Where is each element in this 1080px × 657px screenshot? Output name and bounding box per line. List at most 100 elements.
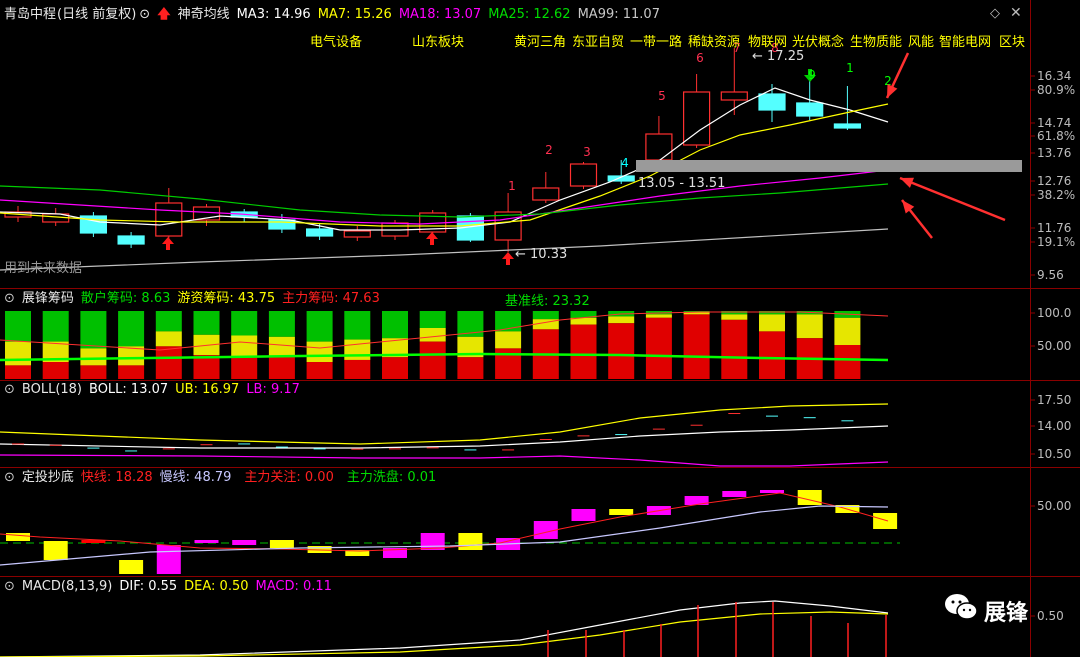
hot-money-chip-bar bbox=[344, 339, 371, 360]
concept-tag[interactable]: 物联网 bbox=[748, 31, 787, 50]
dingtou-bar bbox=[194, 540, 219, 543]
collapse-icon[interactable]: ◇ bbox=[990, 6, 1000, 21]
stock-chart-canvas[interactable]: 12 34567 89 12← 17.25← 10.3313.05 - 13.51 1… bbox=[0, 0, 1080, 657]
slow-line-value: 慢线: 48.79 bbox=[159, 470, 232, 485]
candle-body bbox=[117, 235, 145, 245]
boll-axis-label: 10.50 bbox=[1037, 447, 1071, 461]
concept-tag[interactable]: 东亚自贸 bbox=[572, 31, 624, 50]
base-line-value: 基准线: 23.32 bbox=[505, 294, 590, 309]
candle-body bbox=[796, 102, 824, 117]
support-zone-label: 13.05 - 13.51 bbox=[638, 176, 725, 191]
main-chip-bar bbox=[231, 357, 258, 379]
watermark-text: 展锋 bbox=[984, 601, 1029, 626]
dingtou-title[interactable]: 定投抄底 bbox=[22, 470, 74, 485]
hot-money-chip-bar bbox=[155, 331, 182, 347]
hot-money-chip-bar bbox=[608, 316, 635, 324]
concept-tag[interactable]: 区块 bbox=[999, 31, 1025, 50]
concept-tag[interactable]: 一带一路 bbox=[630, 31, 682, 50]
price-axis-label: 38.2% bbox=[1037, 188, 1075, 202]
retail-chip-bar bbox=[306, 311, 333, 342]
concept-tag[interactable]: 智能电网 bbox=[939, 31, 991, 50]
main-chip-bar bbox=[683, 314, 710, 379]
retail-chip-bar bbox=[532, 311, 559, 320]
stock-name[interactable]: 青岛中程 bbox=[4, 7, 56, 22]
annotation-arrow bbox=[899, 176, 1006, 222]
buy-arrow-icon bbox=[162, 237, 174, 250]
boll-title[interactable]: BOLL(18) bbox=[22, 382, 82, 397]
concept-tag[interactable]: 黄河三角 bbox=[514, 31, 566, 50]
retail-chip-bar bbox=[80, 311, 107, 349]
candle-body bbox=[682, 91, 711, 146]
dingtou-bar bbox=[873, 513, 898, 529]
panel-collapse-icon[interactable]: ⊙ bbox=[4, 579, 15, 594]
retail-chip-bar bbox=[118, 311, 145, 347]
concept-tag[interactable]: 光伏概念 bbox=[792, 31, 844, 50]
panel-collapse-icon[interactable]: ⊙ bbox=[4, 291, 15, 306]
fast-line-value: 快线: 18.28 bbox=[80, 470, 153, 485]
chips-panel-header: ⊙ 展锋筹码 散户筹码: 8.63 游资筹码: 43.75 主力筹码: 47.63 bbox=[4, 290, 387, 308]
candle-body bbox=[720, 91, 748, 101]
wave-count-label: 3 bbox=[583, 145, 591, 159]
dif-value: DIF: 0.55 bbox=[119, 579, 178, 594]
dif-line bbox=[0, 600, 889, 657]
concept-tag[interactable]: 生物质能 bbox=[850, 31, 902, 50]
main-chip-bar bbox=[608, 323, 635, 379]
candle-body bbox=[155, 202, 183, 237]
future-data-note: 用到未来数据 bbox=[4, 261, 83, 276]
main-chip-bar bbox=[344, 359, 371, 379]
retail-chip-bar bbox=[419, 311, 446, 328]
retail-chip-bar bbox=[193, 311, 220, 335]
chips-bars-layer bbox=[0, 311, 889, 379]
dingtou-axis-label: 50.00 bbox=[1037, 499, 1071, 513]
hot-money-chip-bar bbox=[495, 331, 522, 349]
boll-panel-header: ⊙ BOLL(18) BOLL: 13.07 UB: 16.97 LB: 9.17 bbox=[4, 381, 307, 399]
close-icon[interactable]: ✕ bbox=[1010, 5, 1022, 21]
concept-tag[interactable]: 电气设备 bbox=[310, 31, 362, 50]
dingtou-bar bbox=[119, 560, 144, 574]
main-panel-header: 青岛中程(日线 前复权) ⊙ 🡅 神奇均线 MA3: 14.96 MA7: 15.26 MA… bbox=[4, 6, 667, 24]
wechat-icon bbox=[944, 592, 978, 622]
boll-ub-line bbox=[0, 403, 889, 445]
concept-tag[interactable]: 山东板块 bbox=[412, 31, 464, 50]
low-price-label: ← 10.33 bbox=[515, 247, 567, 262]
boll-axis-label: 17.50 bbox=[1037, 393, 1071, 407]
chips-title[interactable]: 展锋筹码 bbox=[22, 291, 74, 306]
wave-count-label: 9 bbox=[808, 68, 816, 82]
retail-chip-bar bbox=[344, 311, 371, 340]
macd-title[interactable]: MACD(8,13,9) bbox=[22, 579, 112, 594]
wave-count-label: 5 bbox=[658, 89, 666, 103]
chips-axis-label: 50.00 bbox=[1037, 339, 1071, 353]
main-chip-bar bbox=[721, 319, 748, 379]
chevron-down-icon[interactable]: ⊙ bbox=[139, 7, 150, 22]
retail-chip-bar bbox=[155, 311, 182, 332]
wave-count-label: 2 bbox=[545, 143, 553, 157]
candle-body bbox=[645, 133, 673, 161]
boll-lb-line bbox=[0, 454, 889, 467]
macd-value: MACD: 0.11 bbox=[255, 579, 332, 594]
period-label[interactable]: (日线 前复权) bbox=[57, 7, 136, 22]
main-chip-bar bbox=[645, 317, 672, 379]
indicator-name[interactable]: 神奇均线 bbox=[178, 7, 230, 22]
ma3-value: MA3: 14.96 bbox=[236, 7, 311, 22]
dingtou-bar bbox=[269, 540, 294, 548]
concept-tag[interactable]: 稀缺资源 bbox=[688, 31, 740, 50]
hot-money-chip-bar bbox=[231, 335, 258, 358]
main-chip-bar bbox=[42, 362, 69, 379]
boll-layer bbox=[0, 403, 889, 467]
hot-money-chip-bar bbox=[80, 348, 107, 366]
candle-body bbox=[306, 228, 334, 237]
hot-money-chip-bar bbox=[419, 328, 446, 342]
concept-tag[interactable]: 风能 bbox=[908, 31, 934, 50]
panel-collapse-icon[interactable]: ⊙ bbox=[4, 382, 15, 397]
annotation-arrowhead bbox=[900, 177, 914, 188]
candle-body bbox=[268, 219, 296, 230]
main-chip-bar bbox=[155, 346, 182, 379]
candle-body bbox=[758, 93, 786, 111]
dingtou-bar bbox=[156, 545, 181, 574]
price-axis-label: 16.34 bbox=[1037, 69, 1071, 83]
dingtou-bar bbox=[232, 540, 257, 545]
dea-value: DEA: 0.50 bbox=[184, 579, 249, 594]
panel-collapse-icon[interactable]: ⊙ bbox=[4, 470, 15, 485]
main-chip-bar bbox=[570, 324, 597, 379]
ma99-value: MA99: 11.07 bbox=[577, 7, 660, 22]
